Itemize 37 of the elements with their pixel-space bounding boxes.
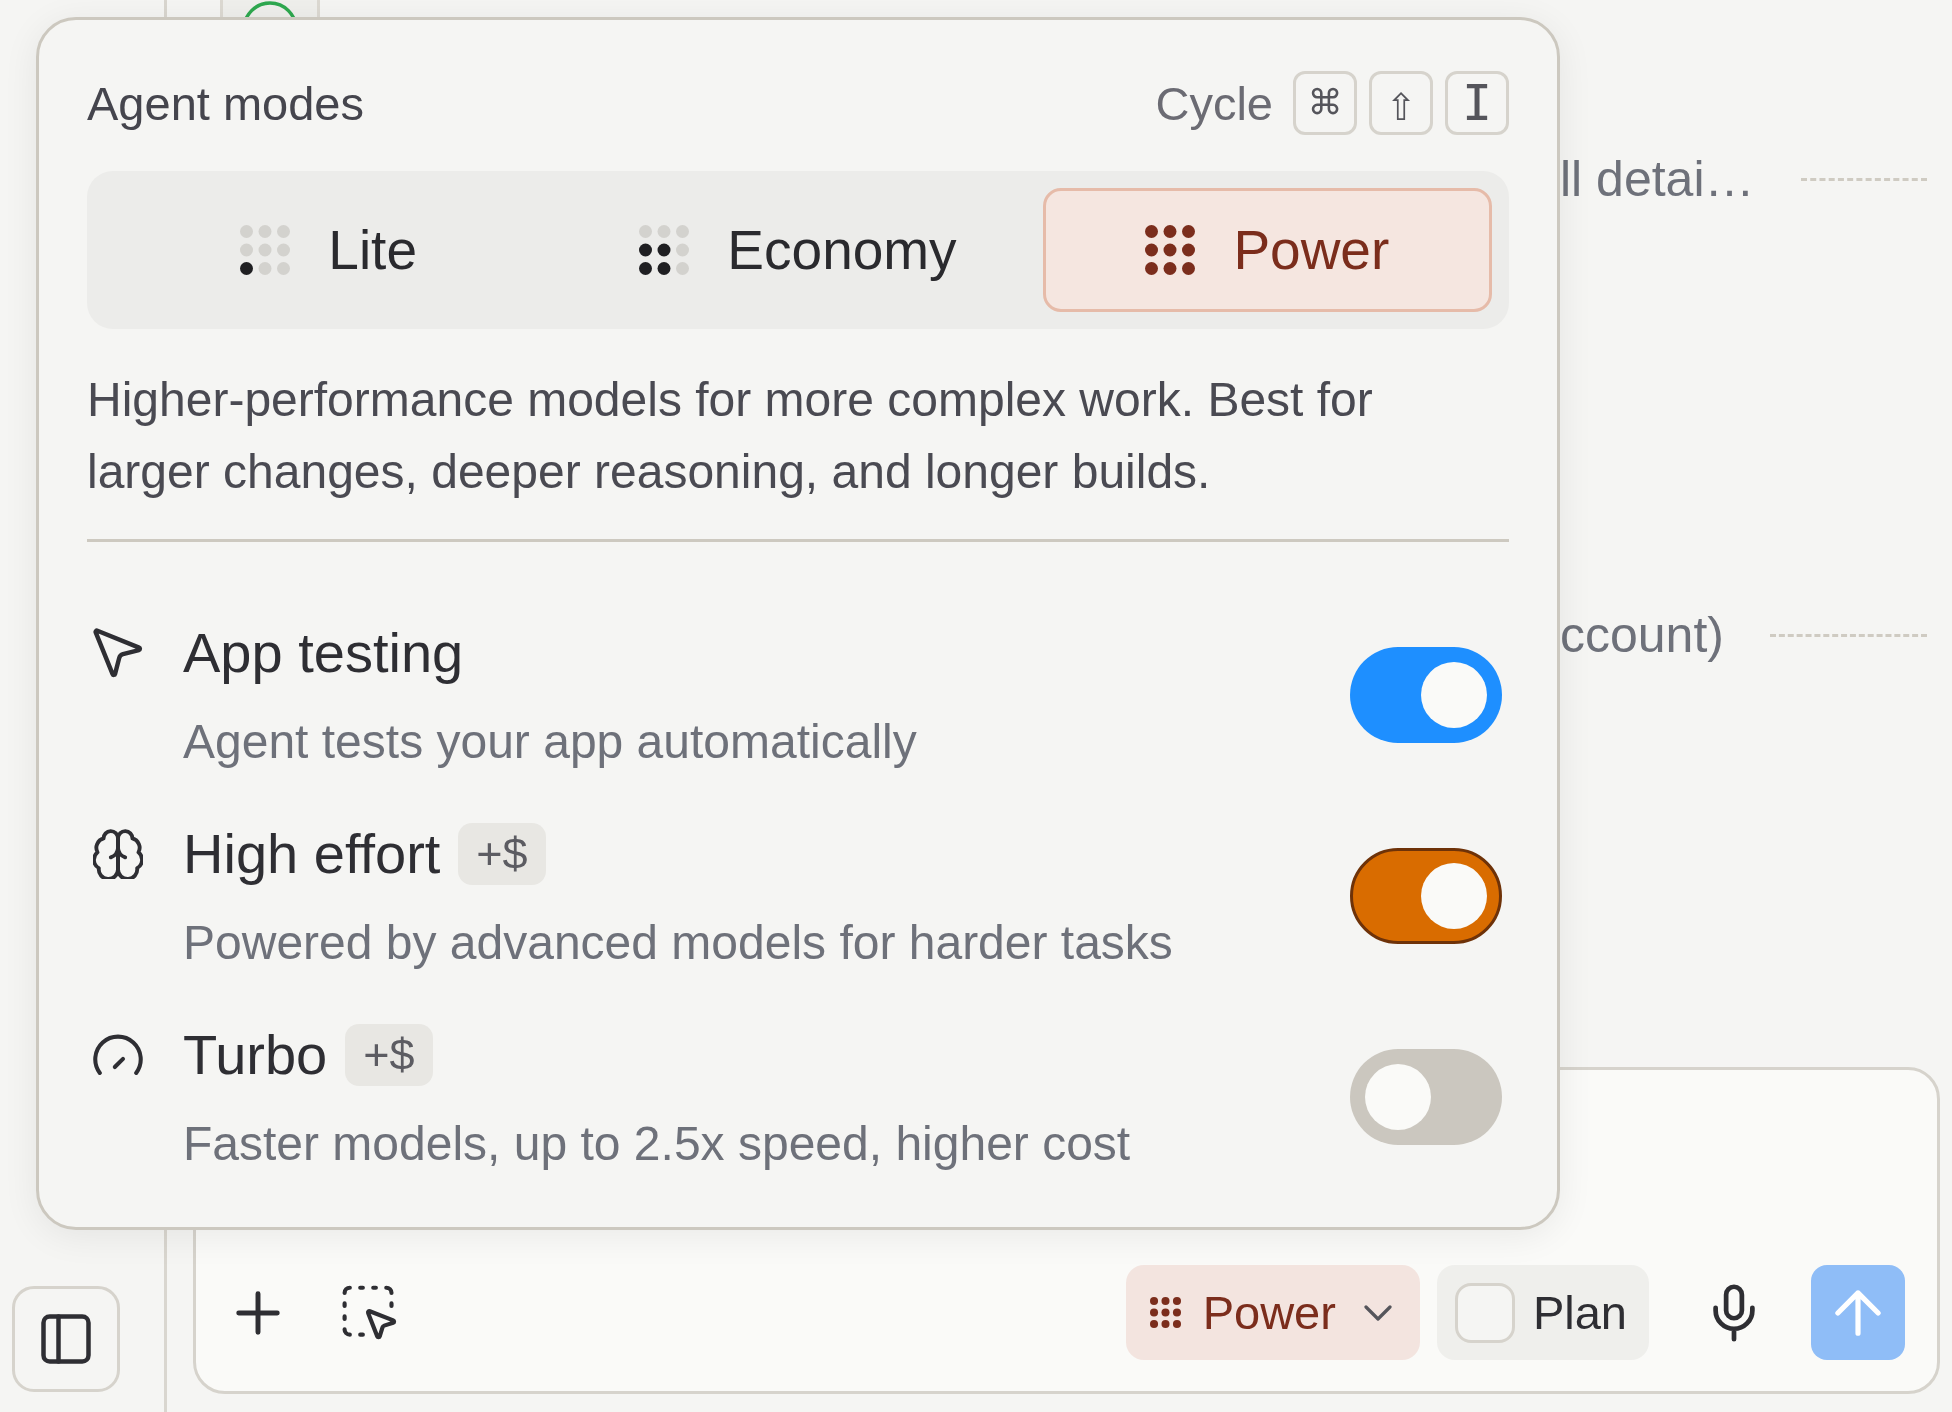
brain-icon bbox=[93, 829, 143, 879]
sidebar-icon bbox=[41, 1314, 91, 1364]
option-description: Powered by advanced models for harder tasks bbox=[183, 915, 1173, 971]
add-button[interactable] bbox=[236, 1290, 280, 1335]
key-cap: ⇧ bbox=[1369, 71, 1433, 135]
select-element-button[interactable] bbox=[342, 1285, 398, 1340]
mode-tab[interactable]: Lite bbox=[104, 188, 554, 312]
option-title: App testing bbox=[183, 620, 464, 686]
plus-icon bbox=[236, 1290, 280, 1335]
cost-badge: +$ bbox=[458, 823, 546, 885]
plan-toggle-button[interactable]: Plan bbox=[1436, 1265, 1649, 1360]
shortcut-label: Cycle bbox=[1155, 75, 1273, 131]
cost-badge: +$ bbox=[345, 1024, 433, 1086]
mode-tab[interactable]: Power bbox=[1042, 188, 1492, 312]
dot-grid-icon bbox=[1149, 1297, 1181, 1328]
dot-grid-icon bbox=[240, 225, 291, 275]
microphone-button[interactable] bbox=[1713, 1283, 1755, 1342]
list-item-text: ll detai… bbox=[1560, 150, 1755, 209]
list-item-text: ccount) bbox=[1560, 606, 1724, 665]
pointer-icon bbox=[93, 628, 143, 678]
dot-grid-icon bbox=[1145, 225, 1196, 275]
mode-description: Higher-performance models for more complex work. Best for larger changes, deeper reasoning, and longer builds. bbox=[87, 372, 1374, 500]
microphone-icon bbox=[1713, 1283, 1755, 1342]
chevron-down-icon bbox=[1363, 1304, 1392, 1321]
arrow-up-icon bbox=[1835, 1289, 1881, 1336]
key-cap: ⌘ bbox=[1293, 71, 1357, 135]
checkbox[interactable] bbox=[1454, 1282, 1515, 1343]
sidebar-toggle-button[interactable] bbox=[12, 1286, 120, 1392]
key-cap: I bbox=[1445, 71, 1509, 135]
dot-grid-icon bbox=[639, 225, 690, 275]
ring-icon bbox=[242, 0, 298, 17]
dashed-selection-cursor-icon bbox=[342, 1285, 398, 1340]
option-title: High effort bbox=[183, 821, 441, 887]
popover-title: Agent modes bbox=[87, 75, 364, 131]
mode-dropdown-button[interactable]: Power bbox=[1125, 1265, 1420, 1360]
mode-tab[interactable]: Economy bbox=[573, 188, 1023, 312]
option-description: Agent tests your app automatically bbox=[183, 714, 917, 770]
